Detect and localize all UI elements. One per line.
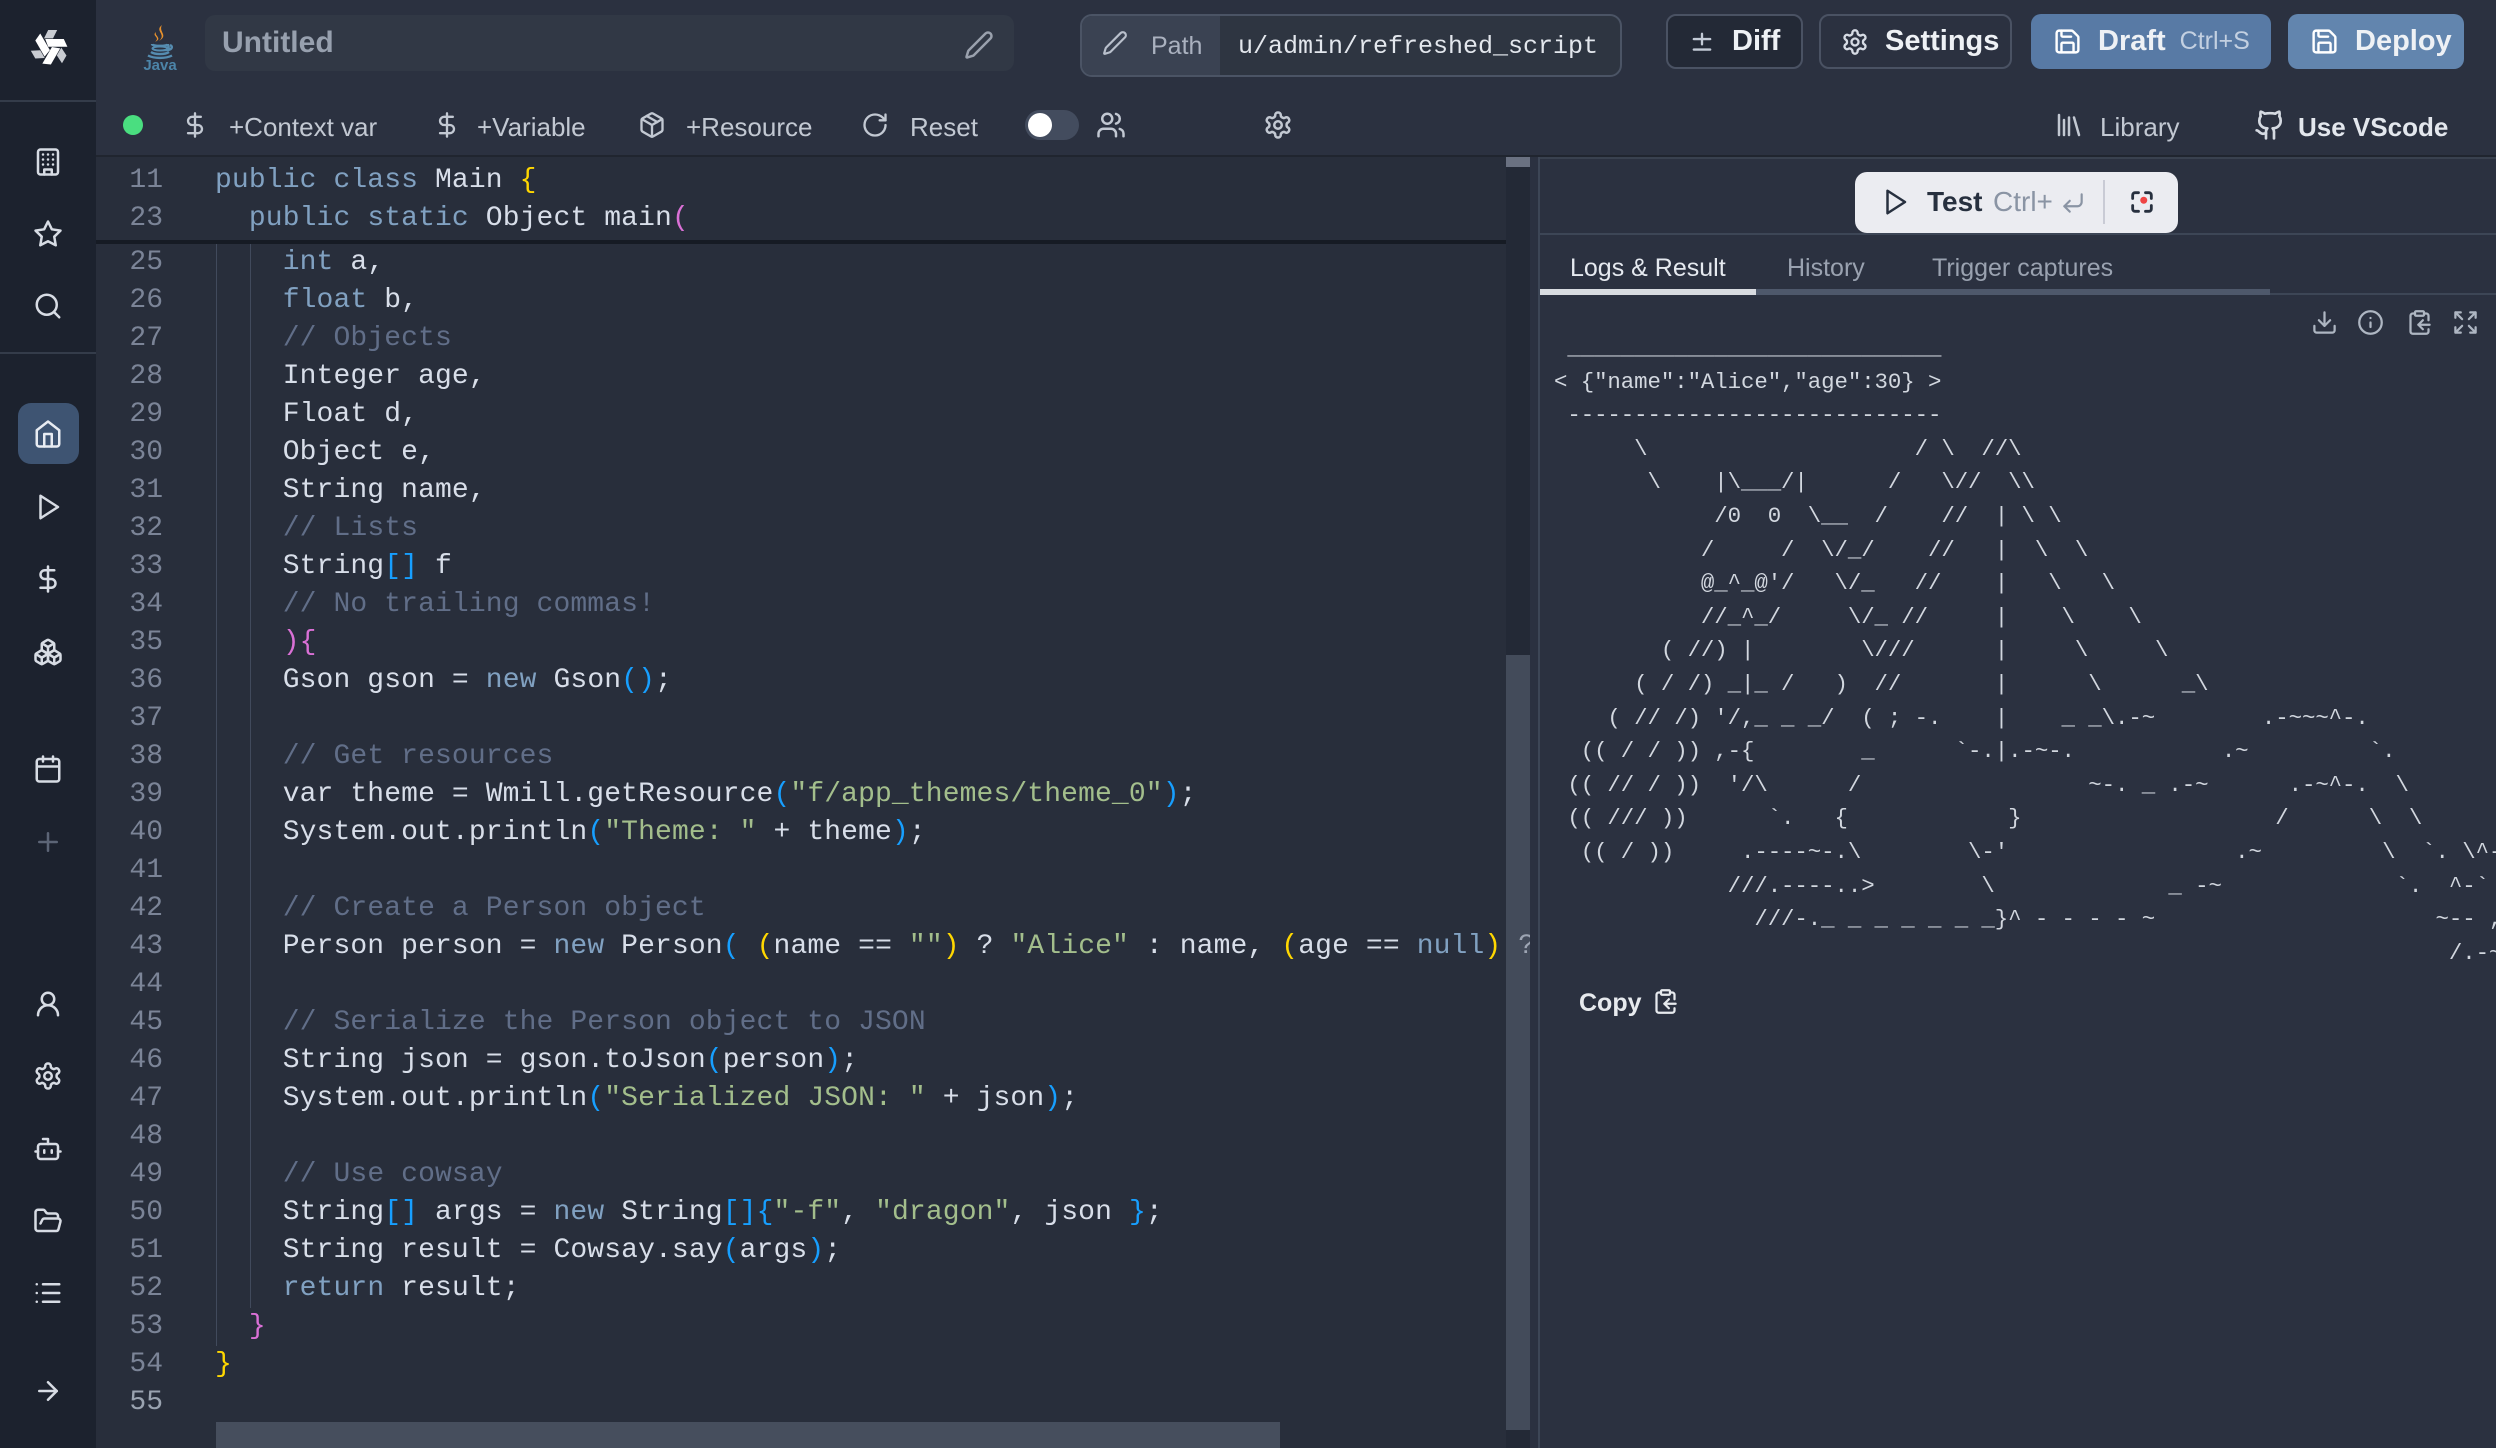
svg-text:Java: Java bbox=[143, 57, 177, 72]
